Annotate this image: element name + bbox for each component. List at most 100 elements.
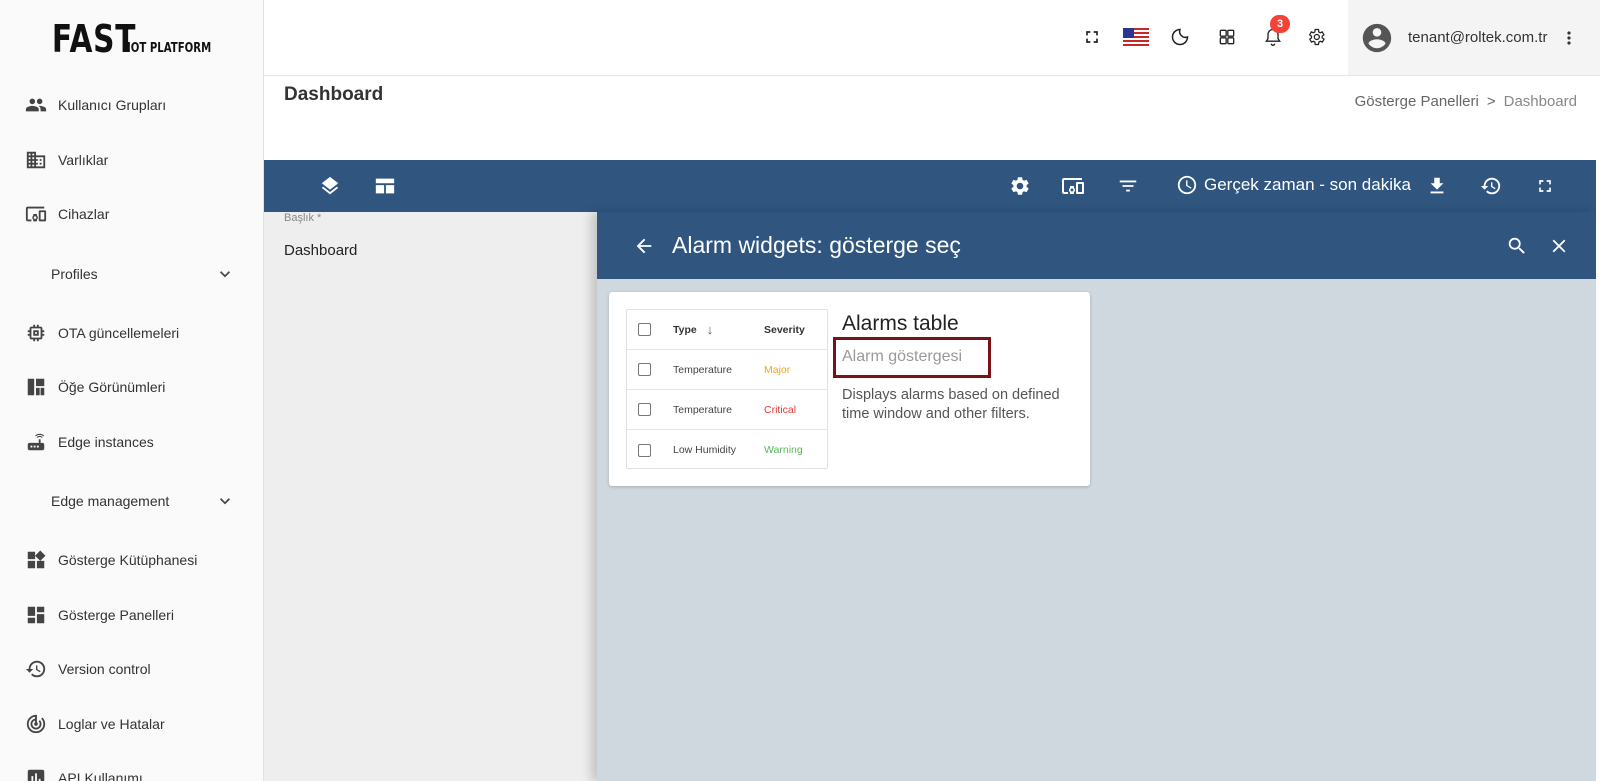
checkbox-icon bbox=[638, 443, 651, 457]
widget-card-title: Alarms table bbox=[842, 312, 959, 335]
checkbox-icon bbox=[638, 363, 651, 376]
sidebar-item-label: Loglar ve Hatalar bbox=[58, 715, 165, 732]
building-icon bbox=[24, 148, 48, 172]
settings-icon[interactable] bbox=[1008, 174, 1032, 198]
widget-selector-header: Alarm widgets: gösterge seç bbox=[597, 212, 1596, 279]
preview-header-severity: Severity bbox=[764, 323, 805, 336]
sidebar-item-label: API Kullanımı bbox=[58, 770, 143, 781]
chevron-down-icon bbox=[215, 491, 235, 511]
download-icon[interactable] bbox=[1425, 174, 1449, 198]
preview-row: Temperature Critical bbox=[627, 390, 827, 430]
dashboard-toolbar: Gerçek zaman - son dakika bbox=[264, 160, 1596, 212]
filter-icon[interactable] bbox=[1116, 174, 1140, 198]
sidebar-item-edge-instances[interactable]: Edge instances bbox=[0, 415, 263, 470]
breadcrumb-link[interactable]: Gösterge Panelleri bbox=[1355, 93, 1479, 110]
sidebar-item-label: Edge instances bbox=[58, 433, 154, 450]
widget-selector-title: Alarm widgets: gösterge seç bbox=[672, 232, 961, 258]
sidebar-item-label: Version control bbox=[58, 661, 151, 678]
track-changes-icon bbox=[24, 712, 48, 736]
preview-row: Low Humidity Warning bbox=[627, 430, 827, 470]
layers-icon[interactable] bbox=[318, 174, 342, 198]
clock-icon bbox=[1176, 174, 1198, 196]
preview-cell-severity: Major bbox=[764, 363, 791, 376]
more-vert-icon[interactable] bbox=[1559, 26, 1579, 50]
sidebar-item-label: Öğe Görünümleri bbox=[58, 379, 166, 396]
notification-badge: 3 bbox=[1270, 15, 1290, 33]
widgets-icon bbox=[24, 548, 48, 572]
top-bar: 3 tenant@roltek.com.tr bbox=[264, 0, 1600, 76]
sidebar-item-label: Kullanıcı Grupları bbox=[58, 97, 167, 114]
checkbox-icon bbox=[638, 323, 651, 336]
sidebar-item-label: Gösterge Kütüphanesi bbox=[58, 552, 198, 569]
sidebar-item-logs-errors[interactable]: Loglar ve Hatalar bbox=[0, 697, 263, 752]
sidebar-item-devices[interactable]: Cihazlar bbox=[0, 187, 263, 242]
sidebar: FAST IOT PLATFORM Kullanıcı Grupları Var… bbox=[0, 0, 264, 781]
preview-header-row: Type ↓ Severity bbox=[627, 310, 827, 350]
widget-card-description: Displays alarms based on defined time wi… bbox=[842, 387, 1060, 422]
sidebar-item-dashboards[interactable]: Gösterge Panelleri bbox=[0, 588, 263, 643]
breadcrumb-current: Dashboard bbox=[1503, 93, 1577, 110]
preview-cell-type: Temperature bbox=[673, 403, 732, 416]
logo-main: FAST bbox=[52, 17, 137, 61]
widget-selector-panel: Alarm widgets: gösterge seç Type ↓ Severi… bbox=[597, 212, 1596, 781]
sidebar-item-api-usage[interactable]: API Kullanımı bbox=[0, 751, 263, 781]
widget-preview: Type ↓ Severity Temperature Major Tempera… bbox=[626, 309, 828, 469]
logo[interactable]: FAST IOT PLATFORM bbox=[0, 0, 263, 78]
account-avatar-icon bbox=[1360, 21, 1394, 55]
sidebar-item-label: Varlıklar bbox=[58, 151, 109, 168]
realtime-label: Gerçek zaman - son dakika bbox=[1204, 175, 1411, 194]
preview-row: Temperature Major bbox=[627, 350, 827, 390]
sidebar-item-assets[interactable]: Varlıklar bbox=[0, 133, 263, 188]
view-quilt-icon bbox=[24, 375, 48, 399]
history-icon[interactable] bbox=[1479, 174, 1503, 198]
preview-cell-severity: Warning bbox=[764, 444, 803, 456]
sidebar-item-ota-updates[interactable]: OTA güncellemeleri bbox=[0, 306, 263, 361]
preview-cell-type: Temperature bbox=[673, 363, 732, 376]
settings-gear-icon[interactable] bbox=[1304, 25, 1328, 49]
devices-icon bbox=[24, 202, 48, 226]
preview-header-type: Type bbox=[673, 323, 697, 336]
checkbox-icon bbox=[638, 403, 651, 416]
fullscreen-icon[interactable] bbox=[1533, 174, 1557, 198]
dashboard-icon bbox=[24, 603, 48, 627]
title-field-input[interactable]: Dashboard bbox=[284, 242, 357, 259]
bar-chart-icon bbox=[24, 766, 48, 781]
sidebar-item-label: Profiles bbox=[51, 265, 98, 282]
breadcrumb-separator: > bbox=[1486, 93, 1496, 110]
apps-grid-icon[interactable] bbox=[1215, 25, 1239, 49]
us-flag-icon[interactable] bbox=[1122, 25, 1150, 49]
dark-mode-icon[interactable] bbox=[1168, 25, 1192, 49]
sidebar-item-user-groups[interactable]: Kullanıcı Grupları bbox=[0, 78, 263, 133]
title-field-label: Başlık * bbox=[284, 212, 322, 224]
chip-icon bbox=[24, 321, 48, 345]
widget-card-alarms-table[interactable]: Type ↓ Severity Temperature Major Tempera… bbox=[609, 292, 1090, 486]
sidebar-group-profiles[interactable]: Profiles bbox=[0, 242, 263, 306]
fullscreen-icon[interactable] bbox=[1080, 25, 1104, 49]
user-email: tenant@roltek.com.tr bbox=[1408, 29, 1548, 46]
user-menu[interactable]: tenant@roltek.com.tr bbox=[1348, 0, 1600, 75]
sidebar-item-widget-library[interactable]: Gösterge Kütüphanesi bbox=[0, 533, 263, 588]
sidebar-group-edge-management[interactable]: Edge management bbox=[0, 469, 263, 533]
preview-cell-type: Low Humidity bbox=[673, 444, 737, 456]
sidebar-item-label: OTA güncellemeleri bbox=[58, 324, 180, 341]
devices-icon[interactable] bbox=[1061, 174, 1085, 198]
sidebar-item-version-control[interactable]: Version control bbox=[0, 642, 263, 697]
realtime-timewindow[interactable]: Gerçek zaman - son dakika bbox=[1176, 174, 1411, 196]
back-arrow-icon[interactable] bbox=[632, 234, 656, 258]
sidebar-item-label: Gösterge Panelleri bbox=[58, 606, 174, 623]
dashboard-edit-pane: Başlık * Dashboard bbox=[264, 212, 598, 781]
search-icon[interactable] bbox=[1505, 234, 1529, 258]
layout-icon[interactable] bbox=[373, 174, 397, 198]
chevron-down-icon bbox=[215, 264, 235, 284]
sidebar-item-label: Cihazlar bbox=[58, 206, 110, 223]
history-icon bbox=[24, 657, 48, 681]
preview-cell-severity: Critical bbox=[764, 403, 797, 416]
breadcrumb: Gösterge Panelleri > Dashboard bbox=[1355, 93, 1577, 110]
logo-sub: IOT PLATFORM bbox=[126, 41, 211, 56]
page-title: Dashboard bbox=[284, 84, 384, 105]
sidebar-item-widget-views[interactable]: Öğe Görünümleri bbox=[0, 360, 263, 415]
close-icon[interactable] bbox=[1547, 234, 1571, 258]
sidebar-item-label: Edge management bbox=[51, 493, 170, 509]
user-group-icon bbox=[24, 93, 48, 117]
router-icon bbox=[24, 430, 48, 454]
